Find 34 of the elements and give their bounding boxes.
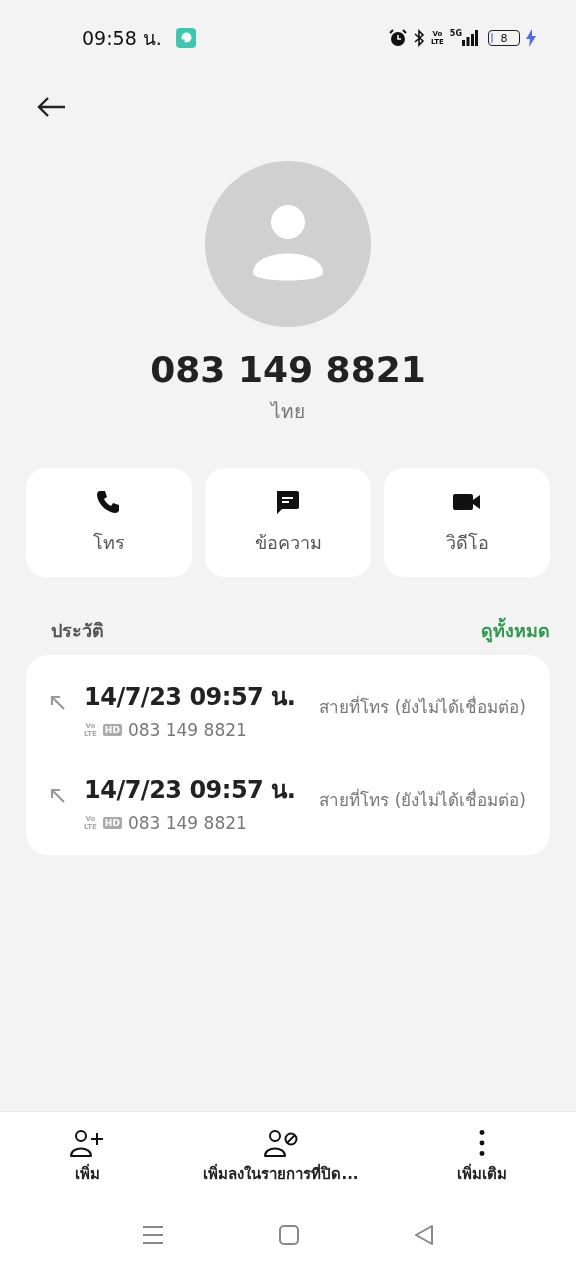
toolbar-button[interactable]: เพิ่ม bbox=[69, 1128, 106, 1188]
call-time: 14/7/23 09:57 น. bbox=[84, 775, 296, 806]
call-status: สายที่โทร (ยังไม่ได้เชื่อมต่อ) bbox=[319, 694, 526, 719]
hd-badge: HD bbox=[102, 817, 122, 829]
block-contact-icon bbox=[263, 1128, 299, 1158]
menu-icon[interactable] bbox=[142, 1225, 164, 1245]
hd-badge: HD bbox=[102, 724, 122, 736]
battery-icon: 8 bbox=[488, 30, 520, 46]
add-contact-icon bbox=[69, 1128, 106, 1158]
clock: 09:58 น. bbox=[82, 26, 162, 51]
phone-number: 083 149 8821 bbox=[150, 349, 426, 390]
toolbar-button[interactable]: เพิ่มเติม bbox=[456, 1128, 507, 1188]
outgoing-call-icon bbox=[50, 788, 66, 804]
app-notification-icon bbox=[175, 28, 196, 48]
call-number: 083 149 8821 bbox=[127, 720, 247, 740]
bluetooth-icon bbox=[413, 29, 425, 47]
back-arrow-icon[interactable] bbox=[36, 96, 66, 118]
section-title: ประวัติ bbox=[51, 618, 104, 643]
location: ไทย bbox=[271, 399, 305, 424]
more-icon bbox=[478, 1130, 485, 1156]
outgoing-call-icon bbox=[50, 695, 66, 711]
call-status: สายที่โทร (ยังไม่ได้เชื่อมต่อ) bbox=[319, 787, 526, 812]
action-button[interactable]: วิดีโอ bbox=[384, 468, 550, 577]
signal-icon bbox=[462, 30, 478, 46]
network-type: 5G bbox=[449, 30, 462, 38]
call-number: 083 149 8821 bbox=[127, 813, 247, 833]
home-icon[interactable] bbox=[279, 1225, 299, 1245]
back-icon[interactable] bbox=[414, 1225, 434, 1245]
avatar-icon bbox=[205, 161, 371, 327]
call-time: 14/7/23 09:57 น. bbox=[84, 682, 296, 713]
action-button[interactable]: โทร bbox=[26, 468, 192, 577]
alarm-icon bbox=[389, 29, 407, 47]
action-button[interactable]: ข้อความ bbox=[205, 468, 371, 577]
toolbar-button[interactable]: เพิ่มลงในรายการที่ปิด... bbox=[203, 1128, 359, 1188]
